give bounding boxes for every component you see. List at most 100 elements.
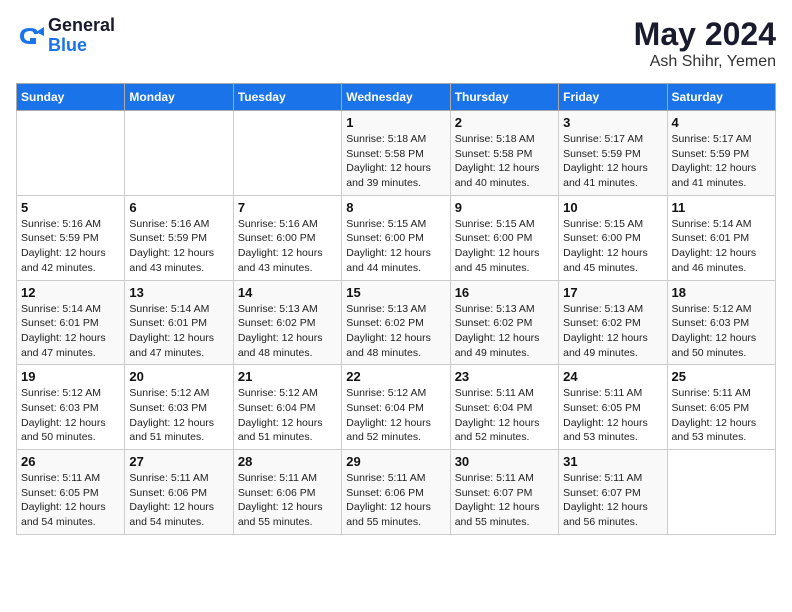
cell-day-number: 5 xyxy=(21,200,120,215)
cell-info: Sunrise: 5:16 AM Sunset: 5:59 PM Dayligh… xyxy=(21,217,120,276)
cell-info: Sunrise: 5:15 AM Sunset: 6:00 PM Dayligh… xyxy=(346,217,445,276)
cell-day-number: 27 xyxy=(129,454,228,469)
week-row-1: 1 Sunrise: 5:18 AM Sunset: 5:58 PM Daylig… xyxy=(17,111,776,196)
cell-info: Sunrise: 5:12 AM Sunset: 6:04 PM Dayligh… xyxy=(238,386,337,445)
calendar-cell: 27 Sunrise: 5:11 AM Sunset: 6:06 PM Dayli… xyxy=(125,450,233,535)
calendar-cell: 5 Sunrise: 5:16 AM Sunset: 5:59 PM Daylig… xyxy=(17,195,125,280)
calendar-cell xyxy=(667,450,775,535)
calendar-cell: 17 Sunrise: 5:13 AM Sunset: 6:02 PM Dayli… xyxy=(559,280,667,365)
cell-info: Sunrise: 5:12 AM Sunset: 6:03 PM Dayligh… xyxy=(21,386,120,445)
day-header-monday: Monday xyxy=(125,84,233,111)
calendar-cell: 25 Sunrise: 5:11 AM Sunset: 6:05 PM Dayli… xyxy=(667,365,775,450)
cell-info: Sunrise: 5:15 AM Sunset: 6:00 PM Dayligh… xyxy=(563,217,662,276)
calendar-cell: 26 Sunrise: 5:11 AM Sunset: 6:05 PM Dayli… xyxy=(17,450,125,535)
week-row-2: 5 Sunrise: 5:16 AM Sunset: 5:59 PM Daylig… xyxy=(17,195,776,280)
cell-day-number: 22 xyxy=(346,369,445,384)
cell-day-number: 3 xyxy=(563,115,662,130)
day-header-thursday: Thursday xyxy=(450,84,558,111)
cell-day-number: 14 xyxy=(238,285,337,300)
cell-info: Sunrise: 5:14 AM Sunset: 6:01 PM Dayligh… xyxy=(129,302,228,361)
calendar-cell: 8Sunrise: 5:15 AM Sunset: 6:00 PM Daylig… xyxy=(342,195,450,280)
cell-info: Sunrise: 5:17 AM Sunset: 5:59 PM Dayligh… xyxy=(563,132,662,191)
cell-day-number: 4 xyxy=(672,115,771,130)
calendar-cell: 18Sunrise: 5:12 AM Sunset: 6:03 PM Dayli… xyxy=(667,280,775,365)
cell-info: Sunrise: 5:11 AM Sunset: 6:05 PM Dayligh… xyxy=(563,386,662,445)
calendar-cell: 28Sunrise: 5:11 AM Sunset: 6:06 PM Dayli… xyxy=(233,450,341,535)
calendar-body: 1 Sunrise: 5:18 AM Sunset: 5:58 PM Daylig… xyxy=(17,111,776,535)
cell-info: Sunrise: 5:13 AM Sunset: 6:02 PM Dayligh… xyxy=(346,302,445,361)
calendar-cell: 14 Sunrise: 5:13 AM Sunset: 6:02 PM Dayli… xyxy=(233,280,341,365)
cell-day-number: 10 xyxy=(563,200,662,215)
calendar-cell: 19Sunrise: 5:12 AM Sunset: 6:03 PM Dayli… xyxy=(17,365,125,450)
cell-day-number: 17 xyxy=(563,285,662,300)
cell-info: Sunrise: 5:14 AM Sunset: 6:01 PM Dayligh… xyxy=(21,302,120,361)
cell-day-number: 11 xyxy=(672,200,771,215)
cell-info: Sunrise: 5:18 AM Sunset: 5:58 PM Dayligh… xyxy=(455,132,554,191)
cell-day-number: 26 xyxy=(21,454,120,469)
calendar-cell: 16Sunrise: 5:13 AM Sunset: 6:02 PM Dayli… xyxy=(450,280,558,365)
calendar-cell: 30Sunrise: 5:11 AM Sunset: 6:07 PM Dayli… xyxy=(450,450,558,535)
logo: General Blue xyxy=(16,16,115,56)
calendar-cell: 12 Sunrise: 5:14 AM Sunset: 6:01 PM Dayli… xyxy=(17,280,125,365)
calendar-cell: 3 Sunrise: 5:17 AM Sunset: 5:59 PM Daylig… xyxy=(559,111,667,196)
calendar-cell: 22 Sunrise: 5:12 AM Sunset: 6:04 PM Dayli… xyxy=(342,365,450,450)
day-header-sunday: Sunday xyxy=(17,84,125,111)
cell-info: Sunrise: 5:11 AM Sunset: 6:05 PM Dayligh… xyxy=(21,471,120,530)
calendar-cell: 29 Sunrise: 5:11 AM Sunset: 6:06 PM Dayli… xyxy=(342,450,450,535)
week-row-3: 12 Sunrise: 5:14 AM Sunset: 6:01 PM Dayli… xyxy=(17,280,776,365)
cell-info: Sunrise: 5:11 AM Sunset: 6:07 PM Dayligh… xyxy=(563,471,662,530)
cell-info: Sunrise: 5:11 AM Sunset: 6:06 PM Dayligh… xyxy=(129,471,228,530)
calendar-cell: 20 Sunrise: 5:12 AM Sunset: 6:03 PM Dayli… xyxy=(125,365,233,450)
calendar-cell: 11Sunrise: 5:14 AM Sunset: 6:01 PM Dayli… xyxy=(667,195,775,280)
calendar-cell: 31 Sunrise: 5:11 AM Sunset: 6:07 PM Dayli… xyxy=(559,450,667,535)
day-header-tuesday: Tuesday xyxy=(233,84,341,111)
calendar-cell: 10 Sunrise: 5:15 AM Sunset: 6:00 PM Dayli… xyxy=(559,195,667,280)
cell-info: Sunrise: 5:11 AM Sunset: 6:04 PM Dayligh… xyxy=(455,386,554,445)
calendar-header: SundayMondayTuesdayWednesdayThursdayFrid… xyxy=(17,84,776,111)
location: Ash Shihr, Yemen xyxy=(634,53,776,71)
calendar-cell: 2 Sunrise: 5:18 AM Sunset: 5:58 PM Daylig… xyxy=(450,111,558,196)
cell-day-number: 6 xyxy=(129,200,228,215)
calendar-cell xyxy=(17,111,125,196)
cell-day-number: 20 xyxy=(129,369,228,384)
cell-info: Sunrise: 5:11 AM Sunset: 6:06 PM Dayligh… xyxy=(346,471,445,530)
week-row-5: 26 Sunrise: 5:11 AM Sunset: 6:05 PM Dayli… xyxy=(17,450,776,535)
cell-info: Sunrise: 5:13 AM Sunset: 6:02 PM Dayligh… xyxy=(238,302,337,361)
calendar-cell: 24Sunrise: 5:11 AM Sunset: 6:05 PM Dayli… xyxy=(559,365,667,450)
cell-info: Sunrise: 5:12 AM Sunset: 6:04 PM Dayligh… xyxy=(346,386,445,445)
day-header-friday: Friday xyxy=(559,84,667,111)
cell-day-number: 25 xyxy=(672,369,771,384)
cell-day-number: 12 xyxy=(21,285,120,300)
page-header: General Blue May 2024 Ash Shihr, Yemen xyxy=(16,16,776,71)
logo-icon xyxy=(16,22,44,50)
cell-info: Sunrise: 5:12 AM Sunset: 6:03 PM Dayligh… xyxy=(129,386,228,445)
calendar-cell: 13 Sunrise: 5:14 AM Sunset: 6:01 PM Dayli… xyxy=(125,280,233,365)
cell-info: Sunrise: 5:13 AM Sunset: 6:02 PM Dayligh… xyxy=(563,302,662,361)
cell-day-number: 7 xyxy=(238,200,337,215)
calendar-cell: 7 Sunrise: 5:16 AM Sunset: 6:00 PM Daylig… xyxy=(233,195,341,280)
calendar-cell: 9Sunrise: 5:15 AM Sunset: 6:00 PM Daylig… xyxy=(450,195,558,280)
cell-day-number: 21 xyxy=(238,369,337,384)
cell-day-number: 23 xyxy=(455,369,554,384)
cell-info: Sunrise: 5:18 AM Sunset: 5:58 PM Dayligh… xyxy=(346,132,445,191)
cell-day-number: 29 xyxy=(346,454,445,469)
calendar-cell: 15 Sunrise: 5:13 AM Sunset: 6:02 PM Dayli… xyxy=(342,280,450,365)
day-header-saturday: Saturday xyxy=(667,84,775,111)
day-header-row: SundayMondayTuesdayWednesdayThursdayFrid… xyxy=(17,84,776,111)
cell-day-number: 16 xyxy=(455,285,554,300)
calendar-cell: 6 Sunrise: 5:16 AM Sunset: 5:59 PM Daylig… xyxy=(125,195,233,280)
cell-day-number: 13 xyxy=(129,285,228,300)
cell-day-number: 2 xyxy=(455,115,554,130)
cell-info: Sunrise: 5:11 AM Sunset: 6:05 PM Dayligh… xyxy=(672,386,771,445)
day-header-wednesday: Wednesday xyxy=(342,84,450,111)
cell-info: Sunrise: 5:17 AM Sunset: 5:59 PM Dayligh… xyxy=(672,132,771,191)
calendar-cell: 21 Sunrise: 5:12 AM Sunset: 6:04 PM Dayli… xyxy=(233,365,341,450)
calendar-cell: 4 Sunrise: 5:17 AM Sunset: 5:59 PM Daylig… xyxy=(667,111,775,196)
calendar-table: SundayMondayTuesdayWednesdayThursdayFrid… xyxy=(16,83,776,535)
cell-day-number: 31 xyxy=(563,454,662,469)
cell-day-number: 15 xyxy=(346,285,445,300)
cell-info: Sunrise: 5:16 AM Sunset: 5:59 PM Dayligh… xyxy=(129,217,228,276)
cell-info: Sunrise: 5:12 AM Sunset: 6:03 PM Dayligh… xyxy=(672,302,771,361)
cell-info: Sunrise: 5:16 AM Sunset: 6:00 PM Dayligh… xyxy=(238,217,337,276)
cell-day-number: 1 xyxy=(346,115,445,130)
